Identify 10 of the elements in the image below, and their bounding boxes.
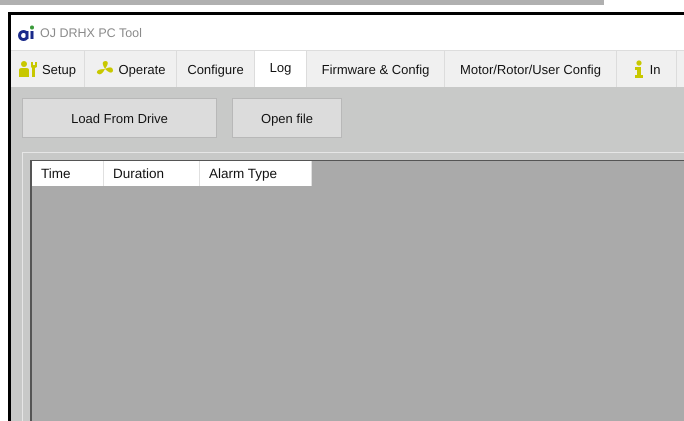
- person-wrench-icon: [19, 61, 37, 77]
- action-button[interactable]: Load From Drive: [22, 98, 217, 138]
- logo-icon: [18, 24, 36, 40]
- action-button[interactable]: Open file: [232, 98, 342, 138]
- window-title: OJ DRHX PC Tool: [40, 26, 142, 40]
- column-header[interactable]: Time: [32, 161, 104, 186]
- tab[interactable]: Log: [255, 51, 307, 87]
- info-figure-icon: [632, 60, 645, 78]
- column-header[interactable]: Alarm Type: [200, 161, 312, 186]
- column-header[interactable]: Duration: [104, 161, 200, 186]
